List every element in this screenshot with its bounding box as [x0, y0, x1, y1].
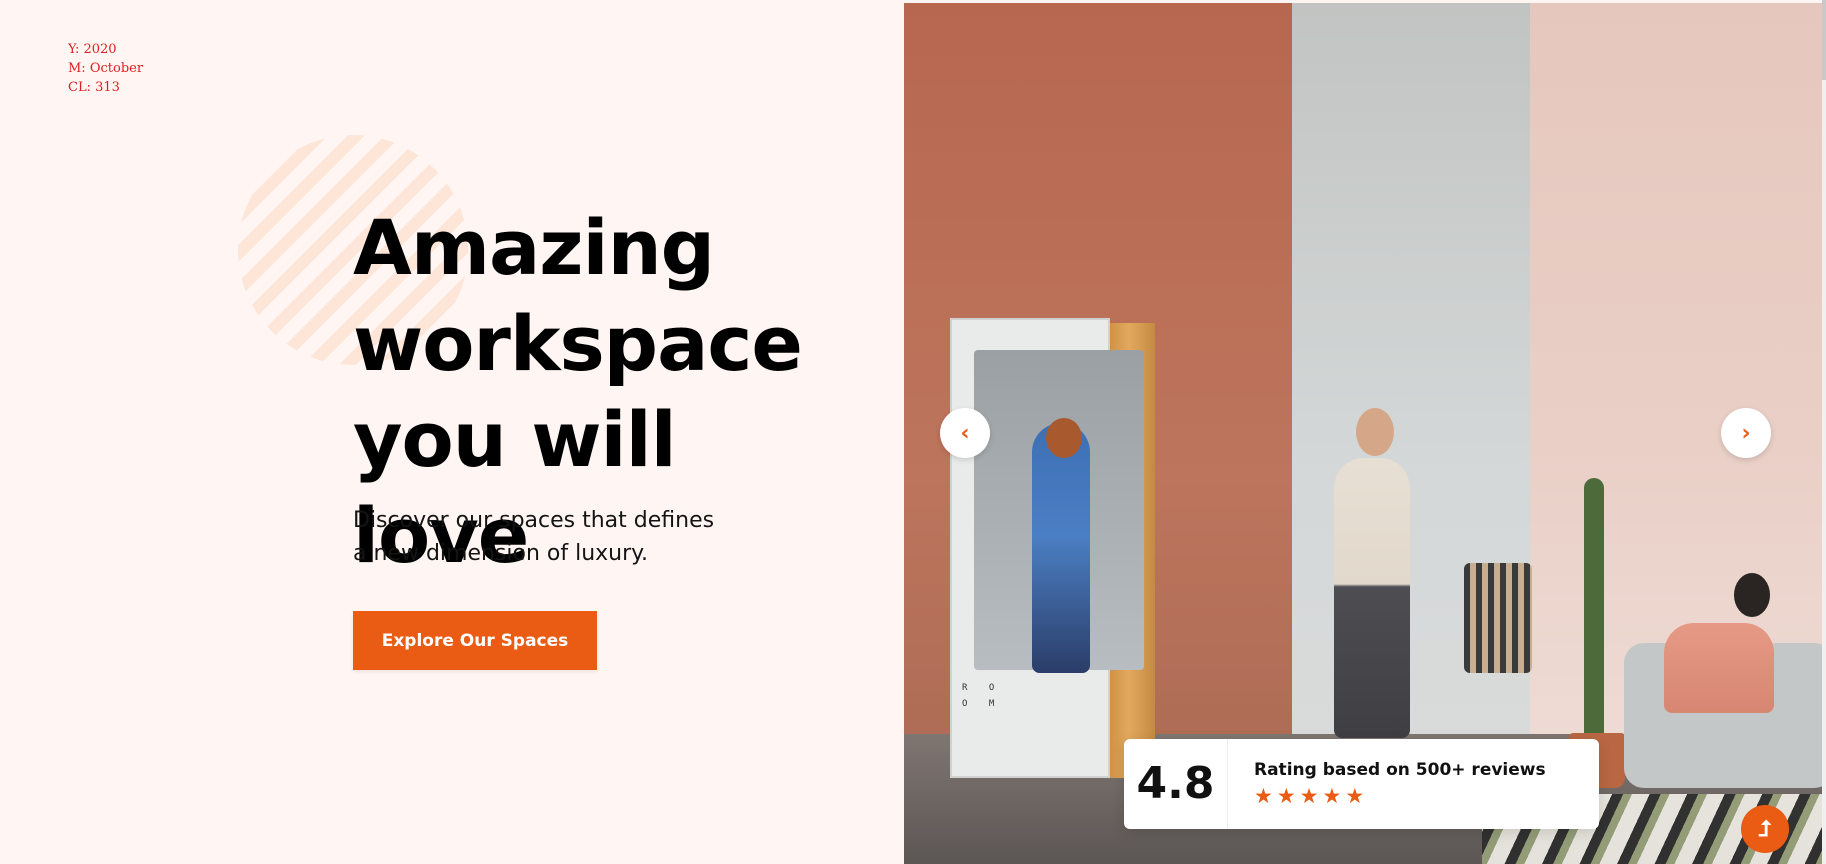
- chevron-right-icon: ›: [1741, 420, 1751, 446]
- slider-next-button[interactable]: ›: [1721, 408, 1771, 458]
- chevron-left-icon: ‹: [960, 420, 970, 446]
- meta-info: Y: 2020 M: October CL: 313: [68, 40, 143, 97]
- person-in-booth: [1032, 423, 1090, 673]
- star-icon: ★: [1322, 785, 1342, 808]
- walking-man-head: [1356, 408, 1394, 456]
- scrollbar-thumb[interactable]: [1822, 0, 1826, 80]
- star-icon: ★: [1299, 785, 1319, 808]
- explore-spaces-button[interactable]: Explore Our Spaces: [353, 611, 597, 670]
- meta-month: M: October: [68, 61, 144, 76]
- hero-title-line-1: Amazing: [353, 203, 715, 292]
- rating-label: Rating based on 500+ reviews: [1254, 760, 1546, 780]
- rating-stars: ★ ★ ★ ★ ★: [1254, 786, 1546, 808]
- person-in-booth-head: [1046, 418, 1082, 458]
- booth-logo-text: R O O M: [962, 683, 1003, 709]
- rating-info: Rating based on 500+ reviews ★ ★ ★ ★ ★: [1228, 760, 1546, 808]
- striped-chair: [1464, 563, 1532, 673]
- rating-card: 4.8 Rating based on 500+ reviews ★ ★ ★ ★…: [1124, 739, 1599, 829]
- hero-image-slider: R O O M: [904, 3, 1822, 864]
- page-scrollbar[interactable]: [1822, 0, 1826, 864]
- woman-on-sofa-head: [1734, 573, 1770, 617]
- hero-subtitle-line-2: a new dimension of luxury.: [353, 541, 649, 566]
- scroll-to-top-button[interactable]: ⮥: [1741, 805, 1789, 853]
- star-icon: ★: [1276, 785, 1296, 808]
- woman-on-sofa: [1664, 623, 1774, 713]
- star-icon: ★: [1345, 785, 1365, 808]
- hero-title-line-2: workspace: [353, 299, 803, 388]
- meta-cl: CL: 313: [68, 80, 120, 95]
- hero-subtitle: Discover our spaces that defines a new d…: [353, 504, 753, 570]
- walking-man: [1334, 458, 1410, 738]
- rating-score: 4.8: [1124, 739, 1228, 829]
- hero-subtitle-line-1: Discover our spaces that defines: [353, 508, 715, 533]
- slider-prev-button[interactable]: ‹: [940, 408, 990, 458]
- arrow-up-icon: ⮥: [1758, 816, 1772, 842]
- meta-year: Y: 2020: [68, 42, 117, 57]
- star-icon: ★: [1254, 785, 1273, 808]
